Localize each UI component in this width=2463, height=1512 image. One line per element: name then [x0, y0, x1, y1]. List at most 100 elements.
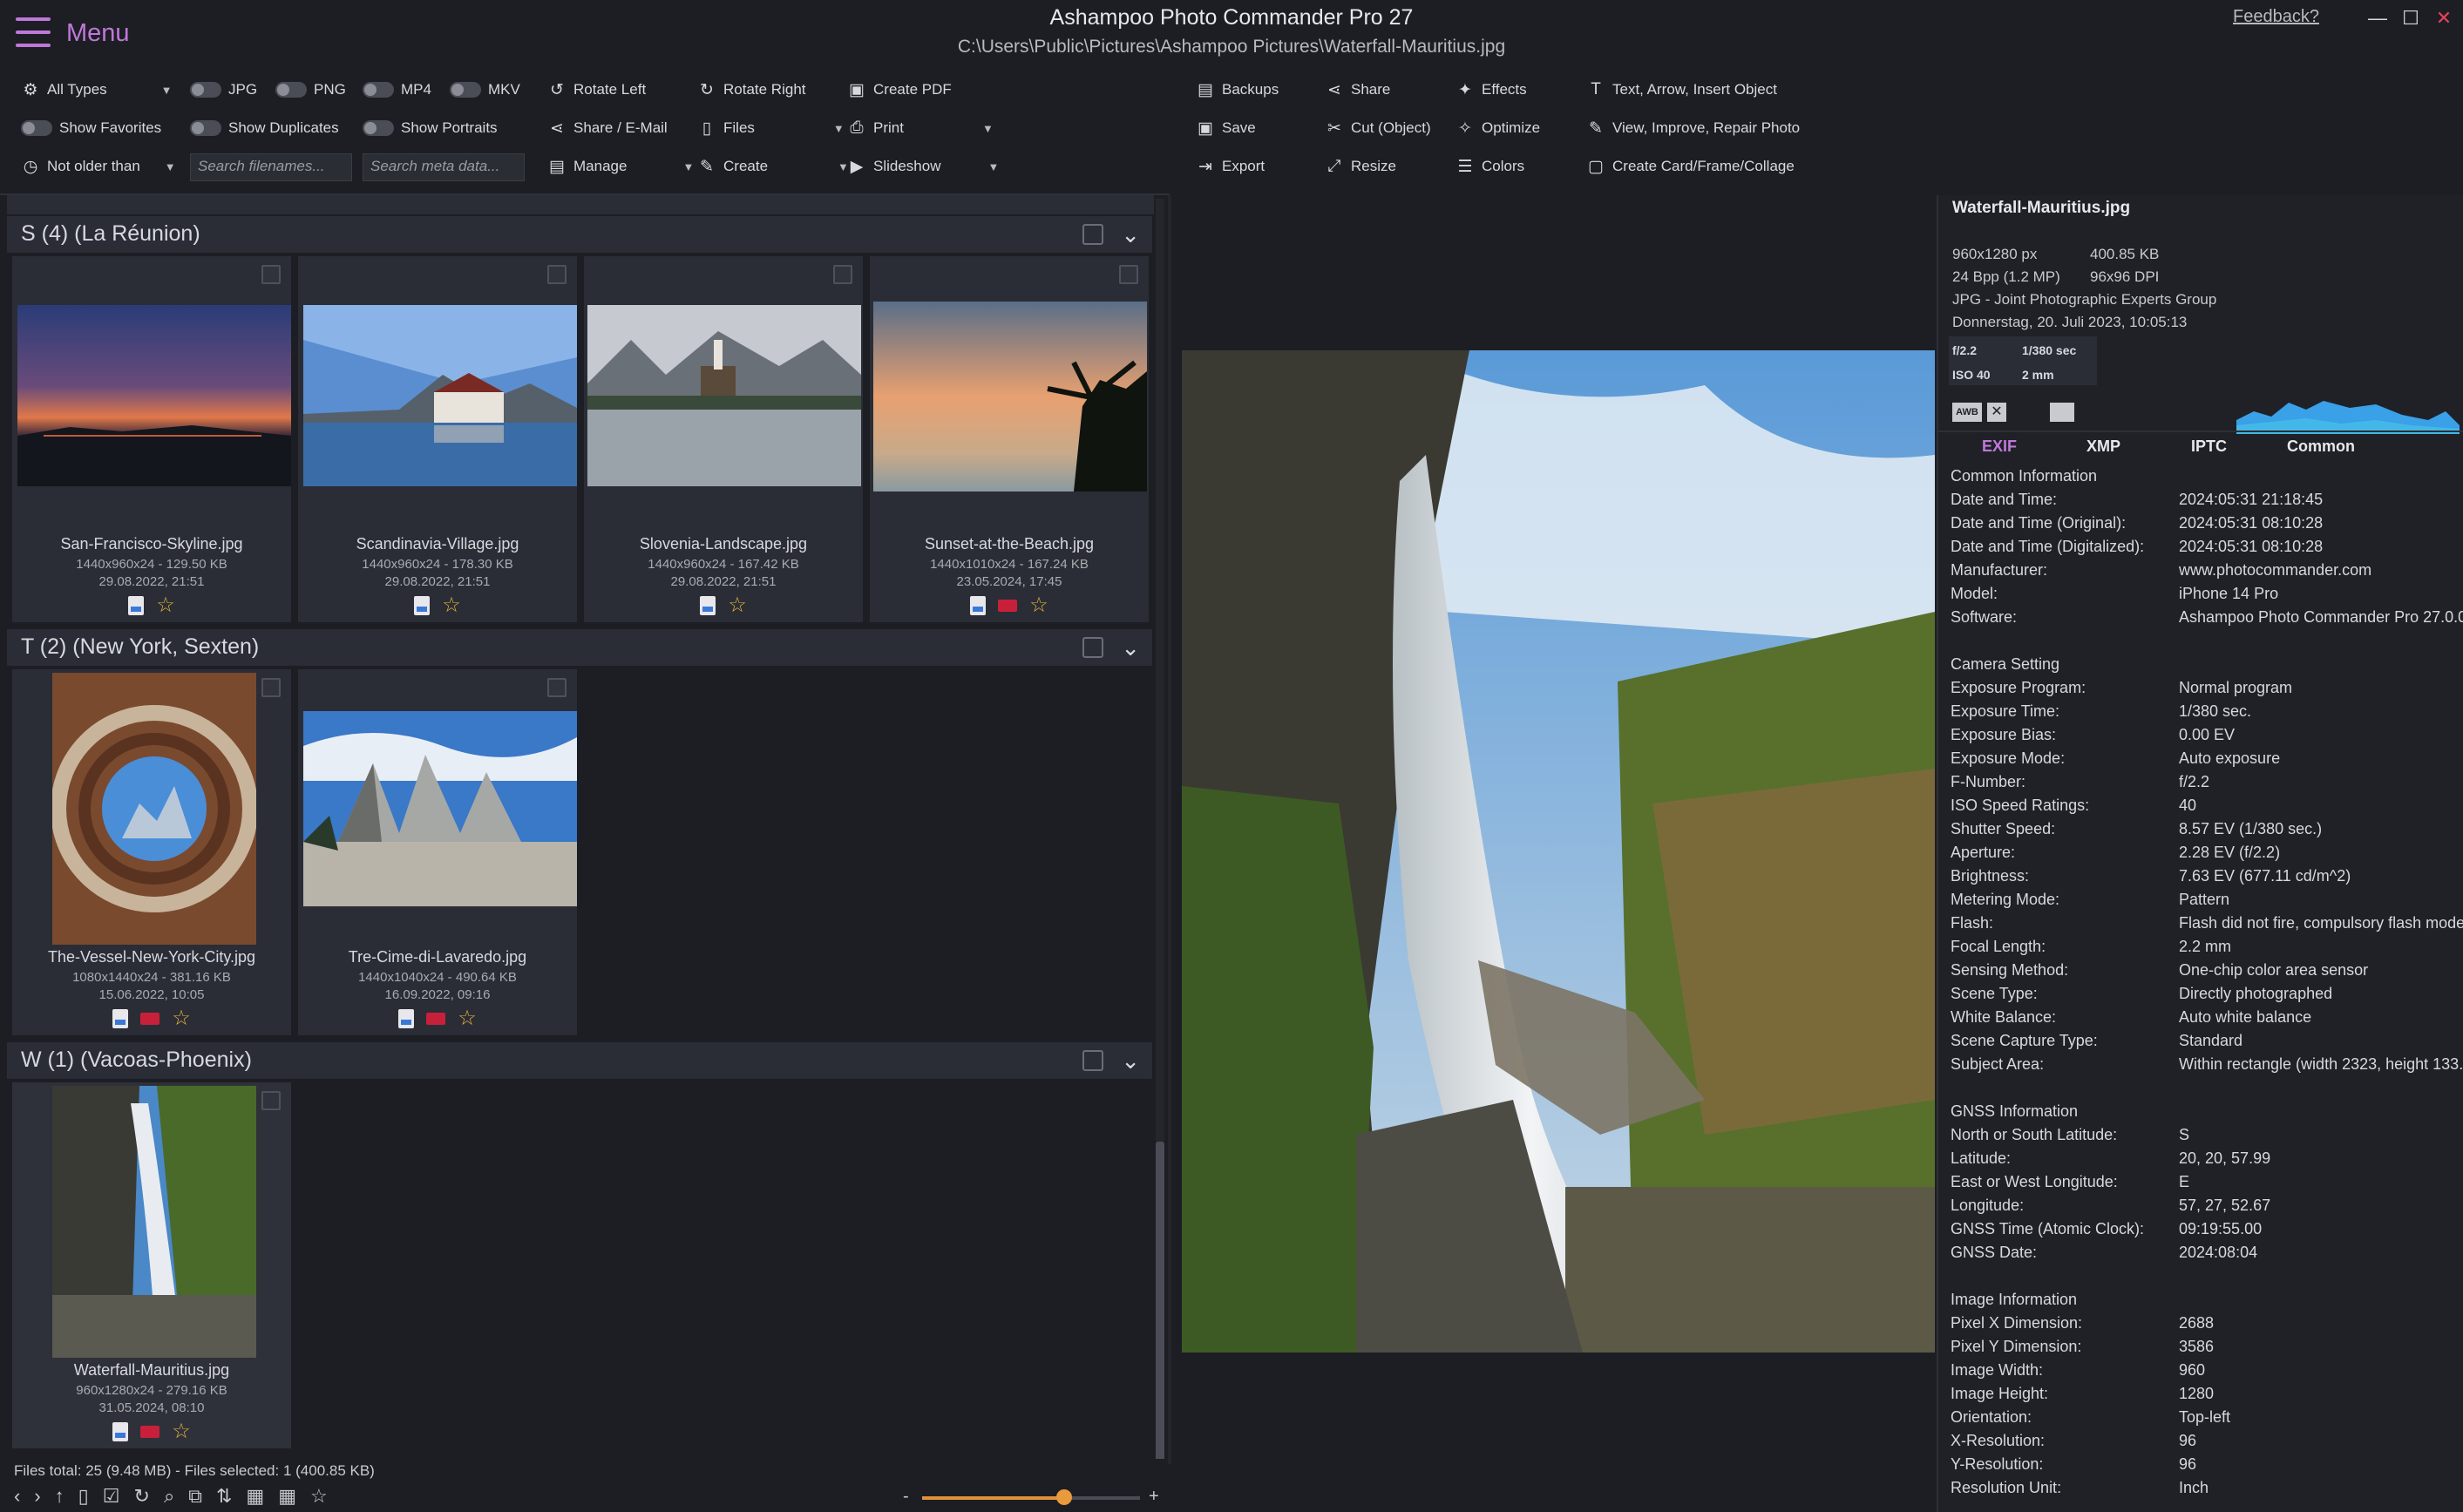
backups-button[interactable]: ▤ Backups	[1196, 75, 1279, 105]
select-icon[interactable]: ☑	[103, 1485, 120, 1508]
select-checkbox[interactable]	[833, 265, 852, 284]
star-icon[interactable]: ☆	[728, 595, 747, 616]
rotate-left-button[interactable]: ↺ Rotate Left	[547, 75, 646, 105]
create-dropdown[interactable]: ✎ Create ▼	[697, 152, 849, 181]
forward-icon[interactable]: ›	[34, 1485, 40, 1508]
mkv-toggle[interactable]: MKV	[450, 75, 520, 105]
select-checkbox[interactable]	[1119, 265, 1138, 284]
select-checkbox[interactable]	[261, 1091, 281, 1110]
thumbnail-image[interactable]	[52, 1086, 256, 1358]
close-icon[interactable]: ✕	[2428, 3, 2460, 33]
share-button[interactable]: ⋖ Share	[1325, 75, 1390, 105]
select-checkbox[interactable]	[261, 265, 281, 284]
thumbnail-image[interactable]	[303, 711, 577, 906]
group-select-checkbox[interactable]	[1082, 637, 1103, 658]
save-button[interactable]: ▣ Save	[1196, 113, 1256, 143]
thumbnail-image[interactable]	[17, 305, 291, 486]
back-icon[interactable]: ‹	[14, 1485, 20, 1508]
star-icon[interactable]: ☆	[172, 1421, 191, 1442]
select-checkbox[interactable]	[547, 678, 567, 697]
toggle-switch[interactable]	[275, 82, 307, 98]
thumbnail-card[interactable]: The-Vessel-New-York-City.jpg 1080x1440x2…	[12, 669, 291, 1035]
not-older-than-dropdown[interactable]: ◷ Not older than ▼	[21, 152, 176, 181]
create-pdf-button[interactable]: ▣ Create PDF	[847, 75, 952, 105]
show-favorites-toggle[interactable]: Show Favorites	[21, 113, 161, 143]
all-types-dropdown[interactable]: ⚙ All Types ▼	[21, 75, 172, 105]
colors-button[interactable]: ☰ Colors	[1455, 152, 1524, 181]
tab-iptc[interactable]: IPTC	[2191, 437, 2227, 456]
share-email-button[interactable]: ⋖ Share / E-Mail	[547, 113, 668, 143]
tab-exif[interactable]: EXIF	[1982, 437, 2017, 456]
minimize-icon[interactable]: —	[2362, 3, 2393, 33]
create-card-button[interactable]: ▢ Create Card/Frame/Collage	[1586, 152, 1795, 181]
effects-button[interactable]: ✦ Effects	[1455, 75, 1527, 105]
chevron-down-icon[interactable]: ⌄	[1121, 1048, 1140, 1075]
rating-icon[interactable]: ☆	[310, 1485, 328, 1508]
export-button[interactable]: ⇥ Export	[1196, 152, 1265, 181]
toggle-switch[interactable]	[190, 82, 221, 98]
select-checkbox[interactable]	[547, 265, 567, 284]
grid-icon[interactable]: ▦	[246, 1485, 264, 1508]
toggle-switch[interactable]	[363, 120, 394, 136]
star-icon[interactable]: ☆	[1029, 595, 1048, 616]
chevron-down-icon[interactable]: ⌄	[1121, 634, 1140, 661]
thumbnail-image[interactable]	[587, 305, 861, 486]
thumbnail-image[interactable]	[873, 302, 1147, 492]
maximize-icon[interactable]: ☐	[2395, 3, 2426, 33]
view-improve-button[interactable]: ✎ View, Improve, Repair Photo	[1586, 113, 1800, 143]
preview-image[interactable]	[1182, 350, 1935, 1353]
view-icon[interactable]: ▦	[278, 1485, 296, 1508]
slideshow-dropdown[interactable]: ▶ Slideshow ▼	[847, 152, 1000, 181]
thumbnail-image[interactable]	[52, 673, 256, 945]
group-select-checkbox[interactable]	[1082, 1050, 1103, 1071]
feedback-link[interactable]: Feedback?	[2233, 7, 2319, 27]
thumbnail-card[interactable]: Sunset-at-the-Beach.jpg 1440x1010x24 - 1…	[870, 256, 1149, 622]
tab-common[interactable]: Common	[2287, 437, 2355, 456]
cut-object-button[interactable]: ✂ Cut (Object)	[1325, 113, 1431, 143]
tab-xmp[interactable]: XMP	[2086, 437, 2120, 456]
search-meta-input[interactable]: Search meta data...	[363, 153, 525, 181]
chevron-down-icon[interactable]: ⌄	[1121, 221, 1140, 248]
group-select-checkbox[interactable]	[1082, 224, 1103, 245]
show-portraits-toggle[interactable]: Show Portraits	[363, 113, 498, 143]
panel-icon[interactable]: ▯	[78, 1485, 89, 1508]
mp4-toggle[interactable]: MP4	[363, 75, 431, 105]
group-header-s[interactable]: S (4) (La Réunion) ⌄	[7, 216, 1152, 253]
star-icon[interactable]: ☆	[442, 595, 461, 616]
thumbnail-card-selected[interactable]: Waterfall-Mauritius.jpg 960x1280x24 - 27…	[12, 1082, 291, 1448]
show-duplicates-toggle[interactable]: Show Duplicates	[190, 113, 339, 143]
up-icon[interactable]: ↑	[55, 1485, 64, 1508]
thumbnail-image[interactable]	[303, 305, 577, 486]
toggle-switch[interactable]	[190, 120, 221, 136]
star-icon[interactable]: ☆	[458, 1008, 477, 1029]
text-arrow-button[interactable]: T Text, Arrow, Insert Object	[1586, 75, 1777, 105]
zoom-slider-handle[interactable]	[1055, 1489, 1072, 1505]
group-header-w[interactable]: W (1) (Vacoas-Phoenix) ⌄	[7, 1042, 1152, 1079]
png-toggle[interactable]: PNG	[275, 75, 346, 105]
thumbnail-card[interactable]: Tre-Cime-di-Lavaredo.jpg 1440x1040x24 - …	[298, 669, 577, 1035]
rotate-right-button[interactable]: ↻ Rotate Right	[697, 75, 805, 105]
files-dropdown[interactable]: ▯ Files ▼	[697, 113, 845, 143]
compare-icon[interactable]: ⧉	[188, 1485, 202, 1508]
group-header-t[interactable]: T (2) (New York, Sexten) ⌄	[7, 629, 1152, 666]
zoom-in-icon[interactable]: +	[1149, 1487, 1159, 1507]
sort-icon[interactable]: ⇅	[216, 1485, 232, 1508]
star-icon[interactable]: ☆	[172, 1008, 191, 1029]
search-icon[interactable]: ⌕	[164, 1485, 174, 1508]
optimize-button[interactable]: ✧ Optimize	[1455, 113, 1540, 143]
print-dropdown[interactable]: ⎙ Print ▼	[847, 113, 993, 143]
splitter[interactable]	[1168, 195, 1171, 1464]
thumbnail-card[interactable]: San-Francisco-Skyline.jpg 1440x960x24 - …	[12, 256, 291, 622]
scrollbar-thumb[interactable]	[1156, 1142, 1164, 1464]
manage-dropdown[interactable]: ▤ Manage ▼	[547, 152, 694, 181]
thumbnail-card[interactable]: Slovenia-Landscape.jpg 1440x960x24 - 167…	[584, 256, 863, 622]
thumbnail-card[interactable]: Scandinavia-Village.jpg 1440x960x24 - 17…	[298, 256, 577, 622]
jpg-toggle[interactable]: JPG	[190, 75, 257, 105]
toggle-switch[interactable]	[21, 120, 52, 136]
toggle-switch[interactable]	[363, 82, 394, 98]
resize-button[interactable]: ⤢ Resize	[1325, 152, 1396, 181]
select-checkbox[interactable]	[261, 678, 281, 697]
star-icon[interactable]: ☆	[156, 595, 175, 616]
toggle-switch[interactable]	[450, 82, 481, 98]
refresh-icon[interactable]: ↻	[134, 1485, 150, 1508]
